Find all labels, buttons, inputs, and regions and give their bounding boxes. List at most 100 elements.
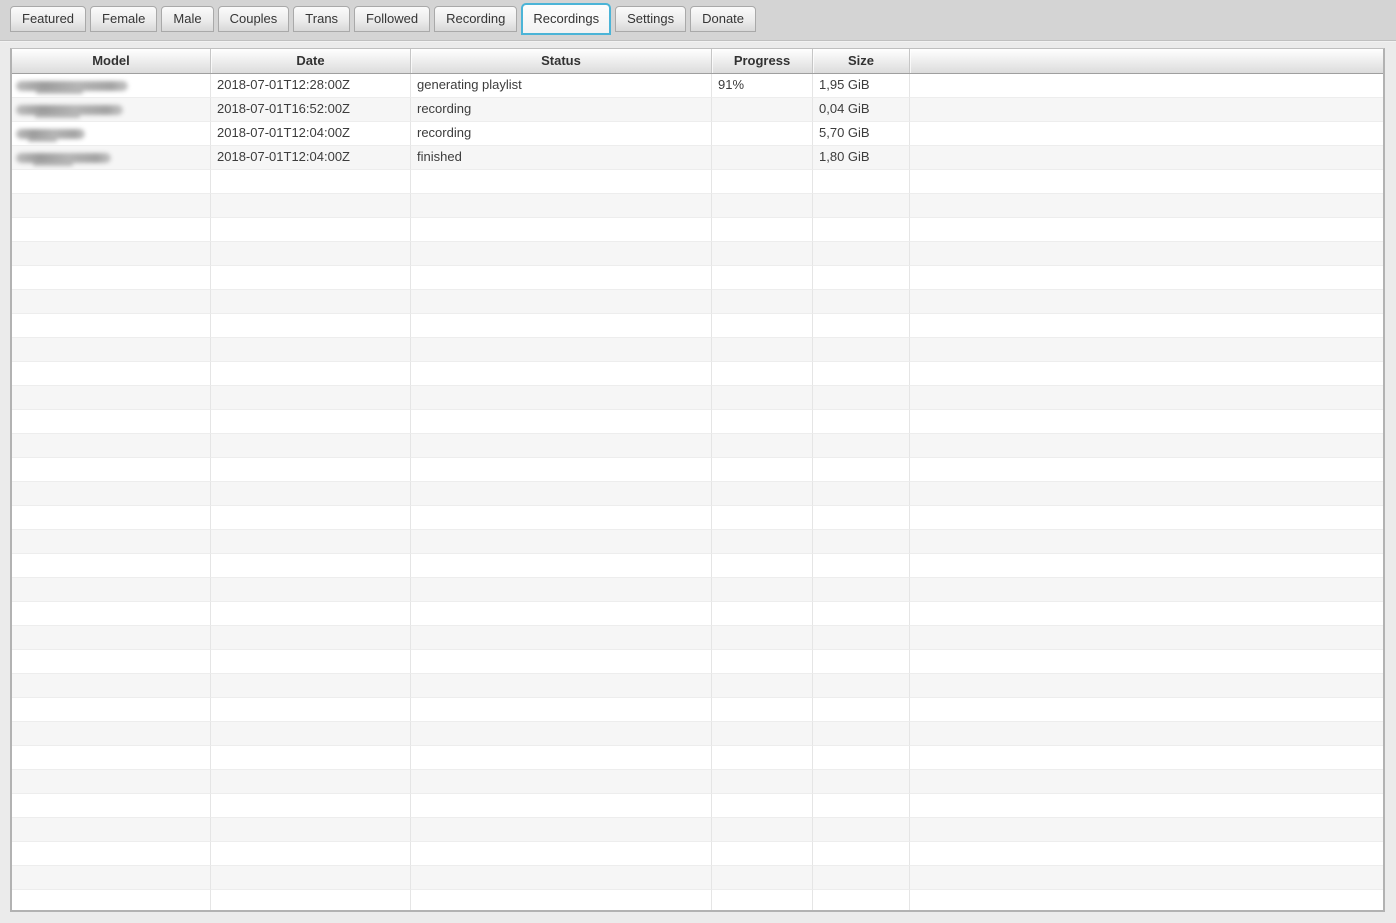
tab-featured[interactable]: Featured [10,6,87,32]
table-row-empty[interactable] [12,458,1383,482]
table-row-empty[interactable] [12,626,1383,650]
cell-empty [211,410,411,434]
table-row-empty[interactable] [12,170,1383,194]
table-row-empty[interactable] [12,602,1383,626]
tab-couples[interactable]: Couples [217,6,290,32]
cell-empty [211,482,411,506]
table-row-empty[interactable] [12,506,1383,530]
cell-empty [12,506,211,530]
column-header-status[interactable]: Status [411,49,712,73]
cell-empty [910,842,1383,866]
cell-empty [813,194,910,218]
cell-empty [411,650,712,674]
cell-empty [712,362,813,386]
table-row-empty[interactable] [12,554,1383,578]
tab-settings[interactable]: Settings [615,6,687,32]
cell-empty [12,314,211,338]
table-row-empty[interactable] [12,266,1383,290]
tab-label: Followed [366,11,419,26]
cell-empty [12,290,211,314]
cell-status: recording [411,122,712,146]
cell-empty [712,794,813,818]
column-header-date[interactable]: Date [211,49,411,73]
tab-recording[interactable]: Recording [434,6,518,32]
cell-empty [411,698,712,722]
table-row-empty[interactable] [12,746,1383,770]
column-header-blank[interactable] [910,49,1383,73]
tab-recordings[interactable]: Recordings [521,3,612,35]
cell-empty [813,434,910,458]
table-row-empty[interactable] [12,194,1383,218]
cell-empty [211,722,411,746]
table-row-empty[interactable] [12,578,1383,602]
tab-followed[interactable]: Followed [354,6,431,32]
cell-empty [211,602,411,626]
table-row[interactable]: 2018-07-01T16:52:00Z recording 0,04 GiB [12,98,1383,122]
column-header-model[interactable]: Model [12,49,211,73]
cell-empty [910,578,1383,602]
tab-donate[interactable]: Donate [690,6,757,32]
table-row-empty[interactable] [12,218,1383,242]
tab-male[interactable]: Male [161,6,214,32]
table-row-empty[interactable] [12,242,1383,266]
cell-empty [211,266,411,290]
cell-empty [211,194,411,218]
tab-label: Featured [22,11,75,26]
tab-label: Couples [229,11,278,26]
cell-empty [712,722,813,746]
cell-model [12,98,211,122]
table-row-empty[interactable] [12,314,1383,338]
table-row-empty[interactable] [12,290,1383,314]
tab-trans[interactable]: Trans [293,6,351,32]
cell-empty [12,338,211,362]
cell-empty [910,530,1383,554]
cell-empty [12,170,211,194]
app-window: Featured Female Male Couples Trans Follo… [0,0,1396,912]
cell-empty [411,530,712,554]
cell-empty [411,458,712,482]
column-header-size[interactable]: Size [813,49,910,73]
cell-empty [12,866,211,890]
table-row-empty[interactable] [12,866,1383,890]
table-row-empty[interactable] [12,362,1383,386]
cell-empty [910,338,1383,362]
table-row-empty[interactable] [12,698,1383,722]
table-row-empty[interactable] [12,818,1383,842]
table-row-empty[interactable] [12,338,1383,362]
table-row-empty[interactable] [12,794,1383,818]
column-header-progress[interactable]: Progress [712,49,813,73]
cell-empty [411,482,712,506]
table-row-empty[interactable] [12,722,1383,746]
table-row-empty[interactable] [12,434,1383,458]
cell-empty [910,794,1383,818]
table-row-empty[interactable] [12,674,1383,698]
cell-empty [712,386,813,410]
table-body: 2018-07-01T12:28:00Z generating playlist… [12,74,1383,910]
table-row-empty[interactable] [12,530,1383,554]
cell-empty [211,890,411,910]
table-row-empty[interactable] [12,770,1383,794]
cell-empty [813,770,910,794]
table-row-empty[interactable] [12,482,1383,506]
cell-empty [211,794,411,818]
cell-empty [910,410,1383,434]
tab-label: Trans [305,11,339,26]
cell-date: 2018-07-01T12:28:00Z [211,74,411,98]
tab-female[interactable]: Female [90,6,158,32]
table-row[interactable]: 2018-07-01T12:04:00Z recording 5,70 GiB [12,122,1383,146]
table-row-empty[interactable] [12,410,1383,434]
table-row-empty[interactable] [12,842,1383,866]
cell-empty [12,818,211,842]
table-row-empty[interactable] [12,650,1383,674]
cell-empty [12,482,211,506]
table-row-empty[interactable] [12,890,1383,910]
cell-empty [12,794,211,818]
table-row[interactable]: 2018-07-01T12:04:00Z finished 1,80 GiB [12,146,1383,170]
cell-empty [411,410,712,434]
table-row[interactable]: 2018-07-01T12:28:00Z generating playlist… [12,74,1383,98]
cell-empty [712,170,813,194]
table-row-empty[interactable] [12,386,1383,410]
cell-size: 1,80 GiB [813,146,910,170]
cell-empty [813,290,910,314]
cell-empty [12,434,211,458]
